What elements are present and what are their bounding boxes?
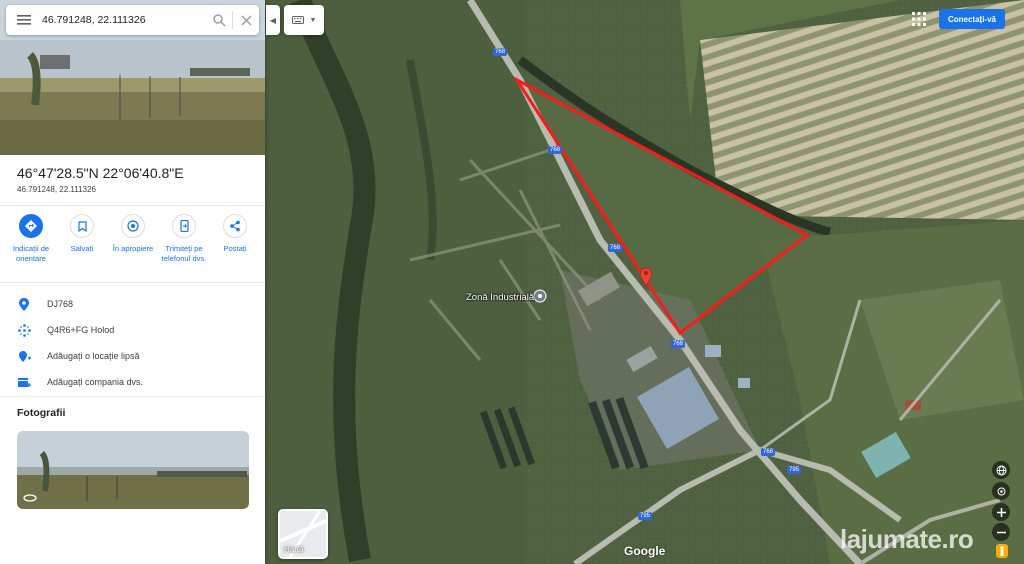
divider xyxy=(0,205,265,206)
address-row[interactable]: DJ768 xyxy=(17,297,73,311)
directions-icon xyxy=(19,214,43,238)
watermark: lajumate.ro xyxy=(840,524,974,554)
input-tools-button[interactable]: ▼ xyxy=(284,5,324,35)
road-shield: 768 xyxy=(493,48,508,56)
add-location-row[interactable]: Adăugați o locație lipsă xyxy=(17,349,140,363)
pegman-icon[interactable] xyxy=(996,544,1008,558)
search-icon[interactable] xyxy=(206,5,232,35)
send-to-phone-label: Trimiteți pe telefonul dvs. xyxy=(161,244,207,263)
add-business-row[interactable]: Adăugați compania dvs. xyxy=(17,375,143,389)
close-icon[interactable] xyxy=(233,5,259,35)
action-bar: Indicații de orientare Salvați În apropi… xyxy=(8,214,258,264)
sign-in-button[interactable]: Conectați-vă xyxy=(939,9,1005,29)
nearby-label: În apropiere xyxy=(112,244,154,253)
add-business-text: Adăugați compania dvs. xyxy=(47,377,144,387)
add-business-icon xyxy=(17,375,31,389)
my-location-icon[interactable] xyxy=(992,482,1010,500)
save-label: Salvați xyxy=(70,244,94,253)
place-subtitle: 46.791248, 22.111326 xyxy=(17,185,96,194)
map-layer-label: Hartă xyxy=(284,545,304,554)
street-view-photo[interactable] xyxy=(17,431,249,509)
directions-label: Indicații de orientare xyxy=(12,244,50,263)
bookmark-icon xyxy=(70,214,94,238)
photos-heading: Fotografii xyxy=(17,407,66,419)
save-button[interactable]: Salvați xyxy=(59,214,105,264)
send-to-phone-button[interactable]: Trimiteți pe telefonul dvs. xyxy=(161,214,207,264)
poi-label[interactable]: Zonă Industrială xyxy=(466,292,534,303)
search-bar[interactable]: 46.791248, 22.111326 xyxy=(6,5,259,35)
map-layer-toggle[interactable]: Hartă xyxy=(278,509,328,559)
google-logo: Google xyxy=(624,544,666,558)
send-to-phone-icon xyxy=(172,214,196,238)
zoom-out-icon[interactable] xyxy=(992,523,1010,541)
road-shield: 795 xyxy=(638,512,653,520)
add-location-icon xyxy=(17,349,31,363)
share-label: Postați xyxy=(223,244,247,253)
zoom-in-icon[interactable] xyxy=(992,503,1010,521)
road-shield: 768 xyxy=(761,448,776,456)
road-shield: 768 xyxy=(671,340,686,348)
address-text: DJ768 xyxy=(47,299,74,309)
plus-code-icon xyxy=(17,323,31,337)
road-shield: 768 xyxy=(608,244,623,252)
plus-code-text: Q4R6+FG Holod xyxy=(47,325,115,335)
nearby-icon xyxy=(121,214,145,238)
place-title: 46°47'28.5"N 22°06'40.8"E xyxy=(17,165,184,181)
keyboard-icon xyxy=(291,16,304,24)
location-pin-icon xyxy=(17,297,31,311)
nearby-button[interactable]: În apropiere xyxy=(110,214,156,264)
menu-icon[interactable] xyxy=(6,5,42,35)
share-icon xyxy=(223,214,247,238)
chevron-down-icon: ▼ xyxy=(309,16,317,24)
collapse-panel-button[interactable]: ◀ xyxy=(266,5,280,35)
chevron-left-icon: ◀ xyxy=(269,15,277,25)
360-view-icon xyxy=(23,494,37,502)
search-input[interactable]: 46.791248, 22.111326 xyxy=(42,14,206,26)
road-shield: 768 xyxy=(548,146,563,154)
share-button[interactable]: Postați xyxy=(212,214,258,264)
divider xyxy=(0,282,265,283)
plus-code-row[interactable]: Q4R6+FG Holod xyxy=(17,323,114,337)
divider xyxy=(0,396,265,397)
apps-grid-icon[interactable] xyxy=(911,11,927,27)
add-location-text: Adăugați o locație lipsă xyxy=(47,351,140,361)
globe-icon[interactable] xyxy=(992,461,1010,479)
place-panel: 46.791248, 22.111326 46°47'28.5"N 22°06'… xyxy=(0,0,265,564)
directions-button[interactable]: Indicații de orientare xyxy=(8,214,54,264)
road-shield: 795 xyxy=(787,466,802,474)
